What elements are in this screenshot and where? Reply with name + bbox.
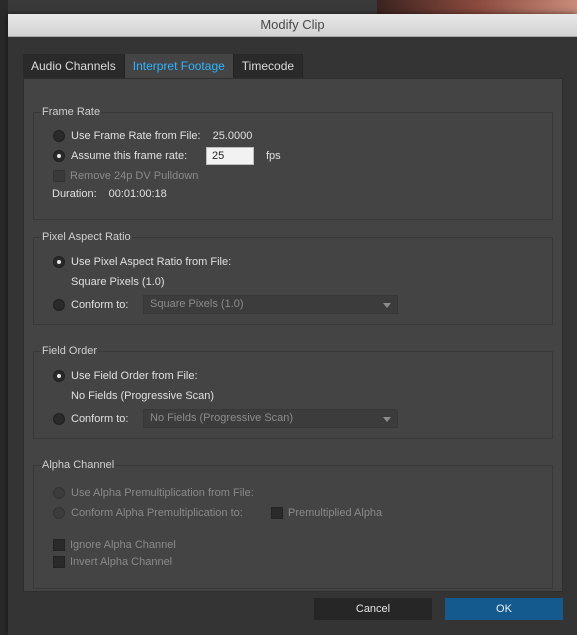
interpret-footage-panel: Frame Rate Use Frame Rate from File: 25.… bbox=[23, 78, 563, 592]
pixel-aspect-conform-radio[interactable] bbox=[53, 299, 65, 311]
frame-rate-file-value: 25.0000 bbox=[212, 130, 253, 142]
field-order-use-file-label: Use Field Order from File: bbox=[71, 370, 198, 382]
alpha-conform-radio[interactable] bbox=[53, 507, 65, 519]
tab-timecode[interactable]: Timecode bbox=[233, 54, 304, 78]
frame-rate-assume-option[interactable]: Assume this frame rate: bbox=[53, 150, 187, 162]
field-order-use-file-option[interactable]: Use Field Order from File: bbox=[53, 370, 198, 382]
invert-alpha-label: Invert Alpha Channel bbox=[70, 556, 173, 568]
pixel-aspect-conform-value: Square Pixels (1.0) bbox=[150, 298, 244, 310]
invert-alpha-checkbox[interactable] bbox=[53, 556, 65, 568]
ignore-alpha-checkbox[interactable] bbox=[53, 539, 65, 551]
frame-rate-input[interactable]: 25 bbox=[206, 147, 254, 165]
invert-alpha-option[interactable]: Invert Alpha Channel bbox=[53, 556, 172, 568]
frame-rate-assume-label: Assume this frame rate: bbox=[71, 150, 188, 162]
field-order-use-file-radio[interactable] bbox=[53, 370, 65, 382]
alpha-use-file-option[interactable]: Use Alpha Premultiplication from File: bbox=[53, 487, 254, 499]
frame-rate-assume-radio[interactable] bbox=[53, 150, 65, 162]
duration-value: 00:01:00:18 bbox=[108, 188, 167, 200]
field-order-conform-label: Conform to: bbox=[71, 413, 129, 425]
ignore-alpha-label: Ignore Alpha Channel bbox=[70, 539, 176, 551]
tab-audio-channels[interactable]: Audio Channels bbox=[23, 54, 125, 78]
chevron-down-icon bbox=[383, 417, 391, 422]
tab-interpret-footage[interactable]: Interpret Footage bbox=[124, 54, 234, 78]
modify-clip-dialog: Modify Clip Audio Channels Interpret Foo… bbox=[8, 14, 577, 635]
alpha-conform-option[interactable]: Conform Alpha Premultiplication to: bbox=[53, 507, 243, 519]
remove-pulldown-option[interactable]: Remove 24p DV Pulldown bbox=[53, 170, 198, 182]
fps-unit-label: fps bbox=[266, 150, 281, 162]
duration-row: Duration: 00:01:00:18 bbox=[52, 188, 167, 200]
dialog-title: Modify Clip bbox=[8, 14, 577, 37]
pixel-aspect-title: Pixel Aspect Ratio bbox=[41, 231, 132, 243]
background-timeline-strip bbox=[0, 0, 8, 635]
frame-rate-use-file-option[interactable]: Use Frame Rate from File: 25.0000 bbox=[53, 130, 252, 142]
remove-pulldown-checkbox[interactable] bbox=[53, 170, 65, 182]
chevron-down-icon bbox=[383, 303, 391, 308]
field-order-conform-radio[interactable] bbox=[53, 413, 65, 425]
field-order-file-value: No Fields (Progressive Scan) bbox=[71, 390, 215, 402]
background-image bbox=[377, 0, 577, 14]
frame-rate-use-file-label: Use Frame Rate from File: bbox=[71, 130, 201, 142]
background-app bbox=[0, 0, 577, 14]
premultiplied-alpha-label: Premultiplied Alpha bbox=[288, 507, 383, 519]
pixel-aspect-conform-select[interactable]: Square Pixels (1.0) bbox=[143, 295, 398, 314]
ok-button[interactable]: OK bbox=[445, 598, 563, 620]
pixel-aspect-conform-option[interactable]: Conform to: bbox=[53, 299, 128, 311]
pixel-aspect-file-value: Square Pixels (1.0) bbox=[71, 276, 165, 288]
alpha-use-file-radio[interactable] bbox=[53, 487, 65, 499]
pixel-aspect-use-file-radio[interactable] bbox=[53, 256, 65, 268]
alpha-channel-group bbox=[33, 465, 553, 589]
premultiplied-alpha-option[interactable]: Premultiplied Alpha bbox=[271, 507, 382, 519]
field-order-title: Field Order bbox=[41, 345, 99, 357]
tab-bar: Audio Channels Interpret Footage Timecod… bbox=[23, 54, 304, 78]
pixel-aspect-use-file-option[interactable]: Use Pixel Aspect Ratio from File: bbox=[53, 256, 231, 268]
premultiplied-alpha-checkbox[interactable] bbox=[271, 507, 283, 519]
alpha-use-file-label: Use Alpha Premultiplication from File: bbox=[71, 487, 254, 499]
field-order-conform-select[interactable]: No Fields (Progressive Scan) bbox=[143, 409, 398, 428]
alpha-conform-label: Conform Alpha Premultiplication to: bbox=[71, 507, 243, 519]
field-order-conform-option[interactable]: Conform to: bbox=[53, 413, 128, 425]
alpha-channel-title: Alpha Channel bbox=[41, 459, 116, 471]
duration-label: Duration: bbox=[52, 188, 97, 200]
cancel-button[interactable]: Cancel bbox=[314, 598, 432, 620]
frame-rate-title: Frame Rate bbox=[41, 106, 102, 118]
field-order-conform-value: No Fields (Progressive Scan) bbox=[150, 412, 294, 424]
pixel-aspect-conform-label: Conform to: bbox=[71, 299, 129, 311]
frame-rate-group bbox=[33, 112, 553, 220]
remove-pulldown-label: Remove 24p DV Pulldown bbox=[70, 170, 199, 182]
pixel-aspect-use-file-label: Use Pixel Aspect Ratio from File: bbox=[71, 256, 232, 268]
frame-rate-use-file-radio[interactable] bbox=[53, 130, 65, 142]
ignore-alpha-option[interactable]: Ignore Alpha Channel bbox=[53, 539, 176, 551]
